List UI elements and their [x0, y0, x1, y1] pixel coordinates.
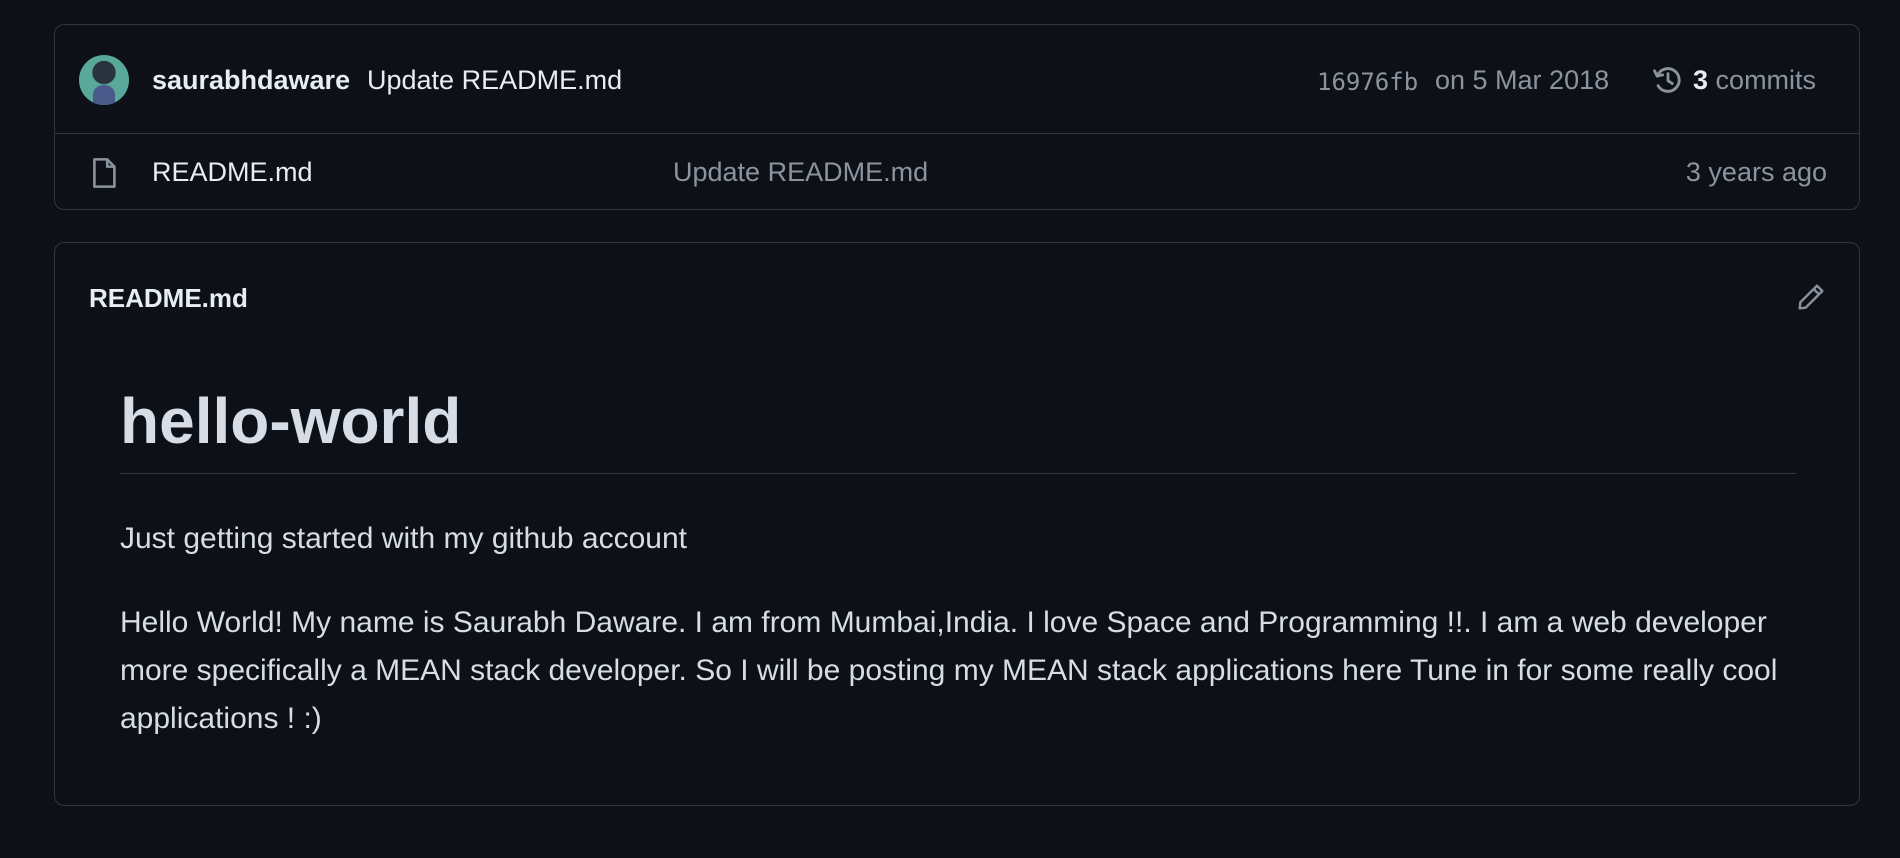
- file-age: 3 years ago: [1685, 157, 1827, 187]
- commit-date[interactable]: on 5 Mar 2018: [1435, 63, 1609, 97]
- file-commit-message-link[interactable]: Update README.md: [673, 155, 928, 189]
- pencil-icon[interactable]: [1795, 281, 1827, 313]
- file-list-box: saurabhdaware Update README.md 16976fb o…: [54, 24, 1860, 210]
- file-row: README.md Update README.md 3 years ago: [55, 135, 1859, 209]
- file-name-link[interactable]: README.md: [152, 155, 313, 189]
- commit-message-link[interactable]: Update README.md: [367, 63, 622, 97]
- avatar[interactable]: [79, 55, 129, 105]
- file-icon: [93, 158, 116, 188]
- commit-sha-link[interactable]: 16976fb: [1317, 66, 1418, 98]
- readme-header-title[interactable]: README.md: [89, 281, 248, 315]
- latest-commit-row: saurabhdaware Update README.md 16976fb o…: [55, 25, 1859, 134]
- commits-count: 3: [1693, 65, 1709, 95]
- commits-label: commits: [1715, 65, 1817, 95]
- history-icon: [1653, 67, 1681, 93]
- readme-heading: hello-world: [120, 383, 1796, 474]
- readme-paragraph: Hello World! My name is Saurabh Daware. …: [120, 606, 1778, 735]
- readme-paragraph: Just getting started with my github acco…: [120, 522, 687, 555]
- commits-history-link[interactable]: 3 commits: [1693, 63, 1816, 97]
- readme-box: README.md hello-world Just getting start…: [54, 242, 1860, 806]
- commit-author-link[interactable]: saurabhdaware: [152, 63, 350, 97]
